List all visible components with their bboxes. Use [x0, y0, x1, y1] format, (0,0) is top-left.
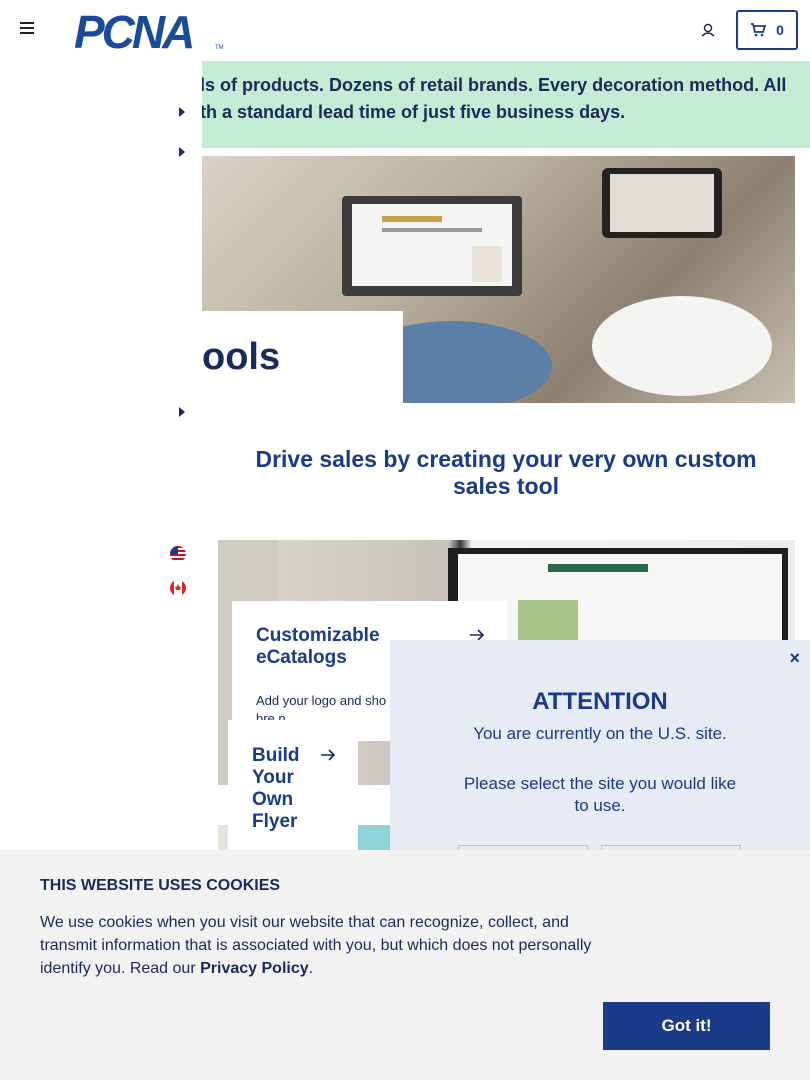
caret-right-icon[interactable] — [178, 147, 186, 157]
arrow-right-icon[interactable] — [320, 749, 336, 761]
banner-text: ls of products. Dozens of retail brands.… — [200, 72, 800, 126]
canada-flag-icon[interactable] — [170, 580, 186, 596]
account-icon[interactable] — [698, 20, 718, 40]
menu-icon[interactable] — [20, 22, 36, 38]
svg-text:PCNA: PCNA — [74, 8, 192, 52]
us-flag-icon[interactable] — [170, 546, 186, 562]
modal-current-site: You are currently on the U.S. site. — [473, 724, 727, 743]
caret-right-icon[interactable] — [178, 407, 186, 417]
cart-button[interactable]: 0 — [736, 10, 798, 50]
section-subheading: Drive sales by creating your very own cu… — [255, 446, 757, 499]
cookie-text: We use cookies when you visit our websit… — [40, 911, 600, 980]
site-select-modal: × ATTENTION You are currently on the U.S… — [390, 640, 810, 875]
site-header: PCNA TM 0 — [0, 0, 810, 61]
modal-title: ATTENTION — [532, 688, 668, 715]
svg-text:TM: TM — [215, 45, 224, 51]
cookie-period: . — [308, 960, 314, 977]
hero-title: ools — [202, 336, 281, 378]
banner-line-2: th a standard lead time of just five bus… — [200, 102, 626, 122]
cookie-body: We use cookies when you visit our websit… — [40, 914, 592, 977]
close-icon[interactable]: × — [789, 648, 800, 669]
pcna-logo[interactable]: PCNA TM — [74, 6, 224, 58]
cookie-banner: THIS WEBSITE USES COOKIES We use cookies… — [0, 850, 810, 1080]
banner-line-1: ls of products. Dozens of retail brands.… — [200, 75, 787, 95]
accept-cookies-button[interactable]: Got it! — [603, 1002, 770, 1050]
ecatalog-title[interactable]: Customizable eCatalogs — [256, 625, 406, 669]
caret-right-icon[interactable] — [178, 107, 186, 117]
cart-icon — [751, 23, 767, 37]
cart-count: 0 — [776, 22, 784, 38]
privacy-policy-link[interactable]: Privacy Policy — [200, 960, 309, 977]
cookie-title: THIS WEBSITE USES COOKIES — [40, 877, 281, 894]
modal-instruction: Please select the site you would like to… — [463, 774, 737, 815]
flyer-title[interactable]: Build Your Own Flyer — [252, 745, 312, 833]
